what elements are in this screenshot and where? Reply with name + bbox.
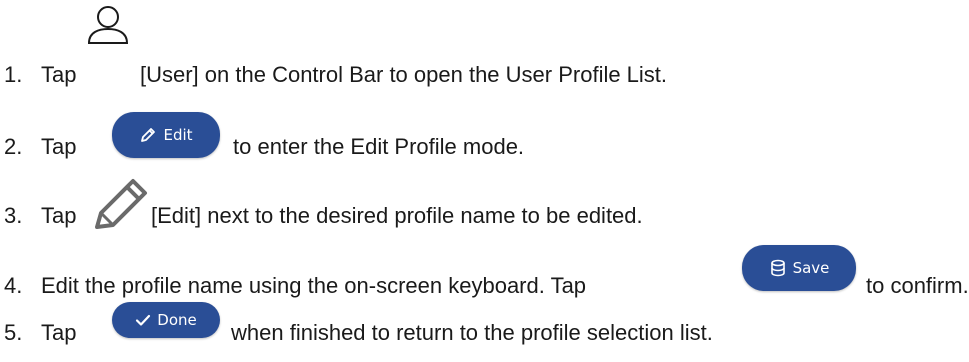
step-number: 5.	[4, 320, 23, 345]
step-text-post: [Edit] next to the desired profile name …	[151, 203, 643, 228]
user-icon[interactable]	[87, 4, 129, 44]
step-text-pre: Tap	[41, 62, 77, 87]
database-icon	[770, 259, 785, 277]
done-button[interactable]: Done	[112, 302, 220, 338]
edit-button-label: Edit	[163, 126, 193, 144]
step-number: 1.	[4, 62, 23, 87]
step-text-post: to confirm.	[866, 273, 969, 298]
step-text-pre: Tap	[41, 203, 77, 228]
step-number: 3.	[4, 203, 23, 228]
step-text-pre: Tap	[41, 134, 77, 159]
save-button[interactable]: Save	[742, 245, 856, 291]
step-text-pre: Edit the profile name using the on-scree…	[41, 273, 587, 298]
step-text-post: [User] on the Control Bar to open the Us…	[140, 62, 668, 87]
step-text-post: to enter the Edit Profile mode.	[233, 134, 525, 159]
pencil-icon[interactable]	[93, 177, 149, 231]
step-number: 4.	[4, 273, 23, 298]
edit-button[interactable]: Edit	[112, 112, 220, 158]
done-button-label: Done	[157, 311, 197, 329]
save-button-label: Save	[792, 259, 830, 277]
pencil-icon	[141, 128, 156, 142]
check-icon	[136, 314, 151, 326]
step-number: 2.	[4, 134, 23, 159]
step-text-post: when finished to return to the profile s…	[231, 320, 713, 345]
step-text-pre: Tap	[41, 320, 77, 345]
